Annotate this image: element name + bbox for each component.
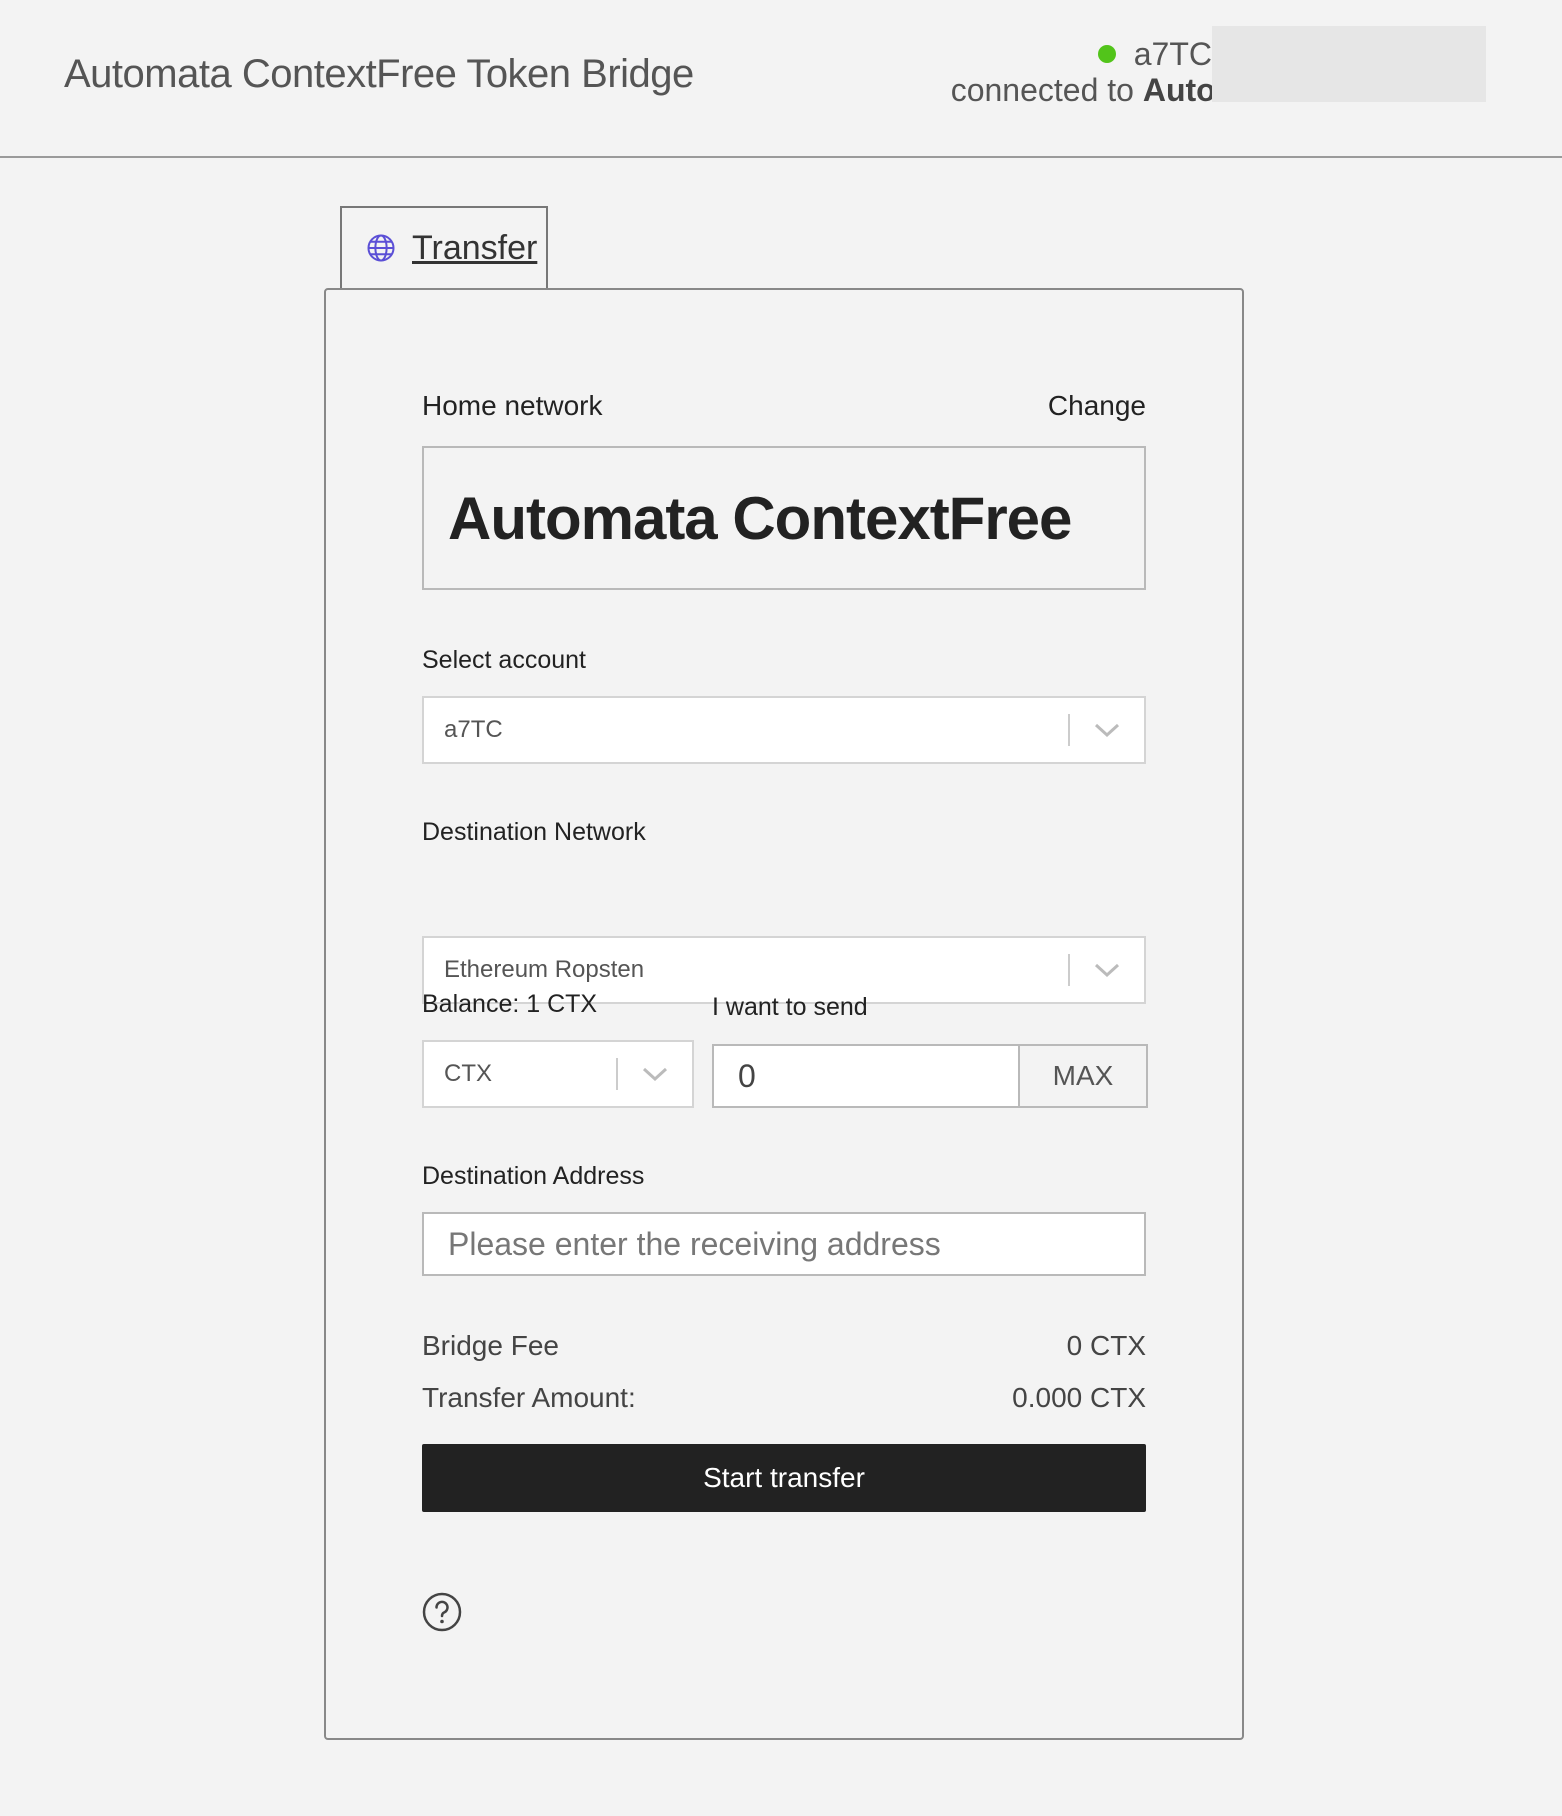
tab-transfer[interactable]: Transfer xyxy=(340,206,548,288)
token-select-value: CTX xyxy=(444,1060,492,1087)
destination-network-label: Destination Network xyxy=(422,818,646,846)
amount-input[interactable]: 0 xyxy=(714,1046,1018,1106)
question-circle-icon[interactable] xyxy=(422,1592,462,1632)
max-button[interactable]: MAX xyxy=(1018,1046,1146,1106)
amount-field: 0 MAX xyxy=(712,1044,1148,1108)
chevron-down-icon[interactable] xyxy=(1070,722,1144,738)
chevron-down-icon[interactable] xyxy=(1070,962,1144,978)
tab-transfer-label: Transfer xyxy=(412,228,538,267)
transfer-card: Home network Change Automata ContextFree… xyxy=(324,288,1244,1740)
app-title: Automata ContextFree Token Bridge xyxy=(64,52,694,96)
bridge-fee-value: 0 CTX xyxy=(1066,1330,1146,1361)
status-dot-icon xyxy=(1097,45,1116,63)
token-select[interactable]: CTX xyxy=(422,1040,694,1108)
bridge-fee-label: Bridge Fee xyxy=(422,1330,559,1361)
transfer-amount-value: 0.000 CTX xyxy=(1012,1382,1146,1413)
home-network-display: Automata ContextFree xyxy=(422,446,1146,590)
transfer-amount-row: Transfer Amount: 0.000 CTX xyxy=(422,1382,1146,1414)
home-network-label: Home network xyxy=(422,390,603,421)
want-to-send-label: I want to send xyxy=(712,993,868,1021)
destination-address-label: Destination Address xyxy=(422,1162,645,1190)
balance-label: Balance: 1 CTX xyxy=(422,990,598,1018)
start-transfer-button[interactable]: Start transfer xyxy=(422,1444,1146,1512)
home-network-header: Home network Change xyxy=(422,390,1146,422)
select-account-label: Select account xyxy=(422,646,586,674)
header: Automata ContextFree Token Bridge a7TC c… xyxy=(0,0,1562,158)
account-name: a7TC xyxy=(1133,35,1212,72)
destination-network-value: Ethereum Ropsten xyxy=(444,956,645,983)
globe-icon xyxy=(367,234,395,262)
bridge-fee-row: Bridge Fee 0 CTX xyxy=(422,1330,1146,1362)
account-status: a7TC connected to Automata ContextFree xyxy=(950,26,1486,109)
chevron-down-icon[interactable] xyxy=(618,1066,692,1082)
account-select-value: a7TC xyxy=(444,716,503,743)
transfer-amount-label: Transfer Amount: xyxy=(422,1382,636,1413)
account-select[interactable]: a7TC xyxy=(422,696,1146,764)
change-network-link[interactable]: Change xyxy=(1048,390,1146,422)
destination-address-input[interactable]: Please enter the receiving address xyxy=(422,1212,1146,1276)
connected-prefix: connected to xyxy=(950,72,1134,108)
account-address-mask xyxy=(1212,26,1486,102)
